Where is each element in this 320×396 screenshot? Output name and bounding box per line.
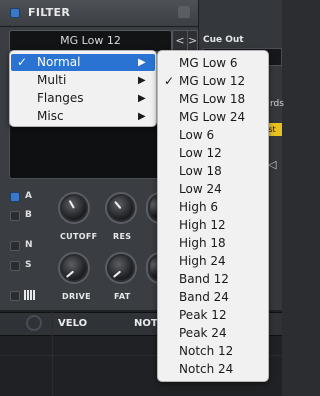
mod-divider xyxy=(52,312,53,396)
expand-icon[interactable] xyxy=(178,6,190,18)
menu-item-high-6[interactable]: High 6 xyxy=(158,198,268,216)
route-b-switch[interactable] xyxy=(10,211,20,221)
menu-item-label: Band 12 xyxy=(179,272,229,286)
menu-item-label: MG Low 6 xyxy=(179,56,238,70)
menu-item-label: Multi xyxy=(37,73,67,87)
filter-type-menu: MG Low 6 ✓ MG Low 12 MG Low 18 MG Low 24 … xyxy=(157,50,269,382)
fat-knob[interactable] xyxy=(107,254,135,282)
menu-item-label: Flanges xyxy=(37,91,84,105)
menu-item-low-24[interactable]: Low 24 xyxy=(158,180,268,198)
menu-item-high-24[interactable]: High 24 xyxy=(158,252,268,270)
submenu-arrow-icon: ▶ xyxy=(138,93,146,104)
filter-header: FILTER xyxy=(0,0,198,27)
fat-label: FAT xyxy=(114,292,131,301)
menu-item-mg-low-12[interactable]: ✓ MG Low 12 xyxy=(158,72,268,90)
menu-item-normal[interactable]: ✓ Normal ▶ xyxy=(11,54,155,71)
power-led-icon[interactable] xyxy=(10,8,20,18)
sub-switch[interactable] xyxy=(10,261,20,271)
mod-knob-icon[interactable] xyxy=(26,315,42,331)
menu-item-band-12[interactable]: Band 12 xyxy=(158,270,268,288)
menu-item-label: MG Low 24 xyxy=(179,110,246,124)
noise-switch[interactable] xyxy=(10,241,20,251)
menu-item-mg-low-18[interactable]: MG Low 18 xyxy=(158,90,268,108)
menu-item-low-18[interactable]: Low 18 xyxy=(158,162,268,180)
res-knob[interactable] xyxy=(107,194,135,222)
keytrack-switch[interactable] xyxy=(10,291,20,301)
menu-item-label: Notch 12 xyxy=(179,344,234,358)
route-a-label: A xyxy=(25,191,32,201)
menu-item-high-12[interactable]: High 12 xyxy=(158,216,268,234)
piano-keys-icon xyxy=(24,290,36,300)
menu-item-label: Misc xyxy=(37,109,64,123)
cutoff-knob[interactable] xyxy=(60,194,88,222)
drive-label: DRIVE xyxy=(62,292,91,301)
menu-item-label: Notch 24 xyxy=(179,362,234,376)
menu-item-label: Normal xyxy=(37,55,81,69)
menu-item-label: MG Low 12 xyxy=(179,74,246,88)
menu-item-mg-low-6[interactable]: MG Low 6 xyxy=(158,54,268,72)
filter-category-menu: ✓ Normal ▶ Multi ▶ Flanges ▶ Misc ▶ xyxy=(9,50,157,127)
route-a-switch[interactable] xyxy=(10,192,20,202)
res-label: RES xyxy=(113,232,132,241)
menu-item-label: Low 24 xyxy=(179,182,222,196)
menu-item-flanges[interactable]: Flanges ▶ xyxy=(11,90,155,107)
route-b-label: B xyxy=(25,210,32,220)
menu-item-notch-12[interactable]: Notch 12 xyxy=(158,342,268,360)
menu-item-multi[interactable]: Multi ▶ xyxy=(11,72,155,89)
menu-item-mg-low-24[interactable]: MG Low 24 xyxy=(158,108,268,126)
menu-item-misc[interactable]: Misc ▶ xyxy=(11,108,155,125)
menu-item-label: Peak 24 xyxy=(179,326,227,340)
menu-item-label: High 12 xyxy=(179,218,226,232)
menu-item-high-18[interactable]: High 18 xyxy=(158,234,268,252)
menu-item-notch-24[interactable]: Notch 24 xyxy=(158,360,268,378)
menu-item-label: Low 6 xyxy=(179,128,215,142)
menu-item-label: High 6 xyxy=(179,200,219,214)
menu-item-peak-12[interactable]: Peak 12 xyxy=(158,306,268,324)
tab-velo[interactable]: VELO xyxy=(58,314,87,334)
menu-item-label: High 24 xyxy=(179,254,226,268)
submenu-arrow-icon: ▶ xyxy=(138,111,146,122)
menu-item-band-24[interactable]: Band 24 xyxy=(158,288,268,306)
submenu-arrow-icon: ▶ xyxy=(138,75,146,86)
cue-out-label: Cue Out xyxy=(203,35,244,45)
submenu-arrow-icon: ▶ xyxy=(138,57,146,68)
menu-item-label: High 18 xyxy=(179,236,226,250)
next-filter-button[interactable]: > xyxy=(187,30,198,52)
menu-item-peak-24[interactable]: Peak 24 xyxy=(158,324,268,342)
cutoff-label: CUTOFF xyxy=(60,232,98,241)
noise-label: N xyxy=(25,240,33,250)
partial-text: rds xyxy=(270,99,284,109)
menu-item-label: Low 12 xyxy=(179,146,222,160)
drive-knob[interactable] xyxy=(60,254,88,282)
menu-item-low-6[interactable]: Low 6 xyxy=(158,126,268,144)
filter-title: FILTER xyxy=(28,6,71,19)
menu-item-low-12[interactable]: Low 12 xyxy=(158,144,268,162)
menu-item-label: Low 18 xyxy=(179,164,222,178)
left-triangle-icon[interactable]: ◁ xyxy=(268,158,276,171)
prev-filter-button[interactable]: < xyxy=(172,30,188,52)
checkmark-icon: ✓ xyxy=(17,55,28,69)
sub-label: S xyxy=(25,260,32,270)
menu-item-label: Peak 12 xyxy=(179,308,227,322)
menu-item-label: Band 24 xyxy=(179,290,229,304)
menu-item-label: MG Low 18 xyxy=(179,92,246,106)
filter-type-selector[interactable]: MG Low 12 xyxy=(9,30,172,52)
checkmark-icon: ✓ xyxy=(164,74,175,88)
